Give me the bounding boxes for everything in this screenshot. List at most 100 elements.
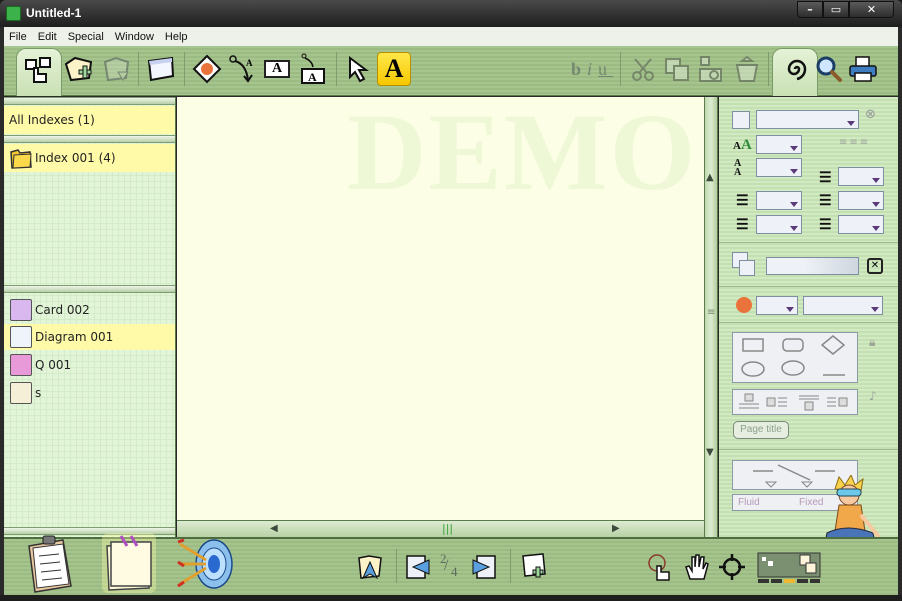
- image-size-dropdown[interactable]: [756, 296, 798, 315]
- diagram-canvas[interactable]: DEMO: [177, 97, 704, 520]
- spiral-button[interactable]: [778, 52, 812, 86]
- list-item-card[interactable]: Card 002: [4, 297, 175, 323]
- folder-up-arrow-icon: [358, 555, 382, 580]
- all-indexes-row[interactable]: All Indexes (1): [4, 106, 175, 134]
- scroll-left-arrow[interactable]: ◀: [270, 523, 278, 534]
- vertical-scrollbar[interactable]: ▲ ≡ ▼: [704, 97, 718, 537]
- music-note-icon[interactable]: ♪: [869, 389, 877, 403]
- next-page-button[interactable]: [468, 551, 500, 583]
- scroll-right-arrow[interactable]: ▶: [612, 523, 620, 534]
- indent-left-dropdown[interactable]: [756, 191, 802, 210]
- page-title-button[interactable]: Page title: [733, 421, 789, 439]
- copy-button[interactable]: [660, 52, 694, 86]
- question-item-icon: [10, 354, 32, 376]
- index-panel: All Indexes (1) Index 001 (4) Card 002 D…: [4, 97, 176, 537]
- list-item-timeline[interactable]: s: [4, 380, 175, 406]
- new-card-button[interactable]: [144, 52, 178, 86]
- panel-splitter[interactable]: [4, 285, 175, 293]
- target-button[interactable]: [176, 535, 236, 593]
- line-spacing-icon: AA: [734, 158, 742, 178]
- menu-window[interactable]: Window: [115, 31, 154, 43]
- align-buttons[interactable]: ≡≡≡: [839, 137, 870, 148]
- menu-help[interactable]: Help: [165, 31, 188, 43]
- zoom-pointer-button[interactable]: [644, 551, 676, 583]
- clipboard-checklist-icon: [28, 535, 72, 593]
- underline-button[interactable]: u: [598, 59, 613, 80]
- line-weight-selector[interactable]: [766, 257, 859, 275]
- window-bottom-border: [0, 595, 902, 601]
- fluid-option[interactable]: Fluid: [738, 497, 760, 508]
- item-label: Diagram 001: [35, 330, 114, 344]
- navigator-thumbnail[interactable]: [756, 551, 822, 585]
- app-window: Untitled-1 – ▭ ✕ File Edit Special Windo…: [0, 0, 902, 601]
- list-item-question[interactable]: Q 001: [4, 352, 175, 378]
- image-button[interactable]: [190, 52, 224, 86]
- scroll-thumb-grip[interactable]: |||: [442, 522, 453, 535]
- bold-button[interactable]: b: [571, 59, 587, 80]
- index-row[interactable]: Index 001 (4): [4, 144, 175, 172]
- scroll-down-arrow[interactable]: ▼: [706, 447, 714, 458]
- index-move-button[interactable]: [100, 52, 134, 86]
- indent-right-dropdown[interactable]: [756, 215, 802, 234]
- font-family-dropdown[interactable]: [756, 110, 859, 129]
- folder-arrow-icon: [103, 56, 130, 82]
- text-box-button[interactable]: A: [260, 52, 294, 86]
- new-index-button[interactable]: [62, 52, 96, 86]
- shape-picker[interactable]: [732, 332, 858, 383]
- select-button[interactable]: [342, 52, 376, 86]
- list-item-diagram[interactable]: Diagram 001: [4, 324, 175, 350]
- reset-format-icon[interactable]: ⊗: [865, 107, 876, 122]
- search-button[interactable]: [812, 52, 846, 86]
- section-divider: [719, 242, 898, 243]
- paste-button[interactable]: [694, 52, 728, 86]
- link-index-button[interactable]: [22, 52, 56, 86]
- crosshair-icon: [719, 554, 745, 580]
- scroll-thumb-grip[interactable]: ≡: [707, 307, 715, 318]
- menu-edit[interactable]: Edit: [38, 31, 57, 43]
- menu-file[interactable]: File: [9, 31, 27, 43]
- bottom-toolbar: 2 / 4: [4, 533, 898, 595]
- go-to-index-button[interactable]: [354, 551, 386, 583]
- menu-bar: File Edit Special Window Help: [4, 27, 898, 46]
- panel-separator[interactable]: [4, 135, 175, 143]
- toolbar-separator: [510, 549, 511, 583]
- horizontal-scrollbar[interactable]: ◀ ||| ▶: [177, 520, 704, 537]
- arrow-cursor-icon: [349, 56, 369, 83]
- cut-button[interactable]: [626, 52, 660, 86]
- no-border-button[interactable]: ✕: [867, 258, 883, 274]
- checklist-button[interactable]: [22, 533, 78, 595]
- space-before-dropdown[interactable]: [838, 167, 884, 186]
- connector-label-button[interactable]: A: [226, 52, 260, 86]
- add-page-button[interactable]: [518, 551, 550, 583]
- image-text-layout-picker[interactable]: [732, 389, 858, 415]
- maximize-button[interactable]: ▭: [823, 1, 849, 18]
- picture-icon: [192, 54, 222, 84]
- notes-button[interactable]: [102, 533, 156, 593]
- page-plus-icon: [522, 553, 546, 578]
- line-spacing-dropdown[interactable]: [756, 158, 802, 177]
- color-swatch[interactable]: [732, 111, 750, 129]
- demo-watermark: DEMO: [347, 97, 698, 213]
- indent-left-icon: ☰: [736, 194, 749, 209]
- scroll-up-arrow[interactable]: ▲: [706, 172, 714, 183]
- close-button[interactable]: ✕: [849, 1, 894, 18]
- paragraph-spacing-dropdown[interactable]: [838, 215, 884, 234]
- italic-button[interactable]: i: [587, 59, 598, 80]
- print-button[interactable]: [846, 52, 880, 86]
- lock-icon[interactable]: 🔒︎: [869, 335, 875, 350]
- delete-button[interactable]: [730, 52, 764, 86]
- previous-page-button[interactable]: [402, 551, 434, 583]
- trash-icon: [735, 55, 759, 82]
- folder-icon: [10, 149, 32, 169]
- border-color-swatch[interactable]: [739, 260, 755, 276]
- font-size-dropdown[interactable]: [756, 135, 802, 154]
- pan-hand-button[interactable]: [680, 551, 712, 583]
- toolbar-separator: [184, 52, 185, 86]
- linked-text-button[interactable]: A: [296, 52, 330, 86]
- text-tool-button[interactable]: A: [377, 52, 411, 86]
- space-after-dropdown[interactable]: [838, 191, 884, 210]
- center-view-button[interactable]: [716, 551, 748, 583]
- minimize-button[interactable]: –: [797, 1, 823, 18]
- menu-special[interactable]: Special: [68, 31, 104, 43]
- image-fit-dropdown[interactable]: [803, 296, 883, 315]
